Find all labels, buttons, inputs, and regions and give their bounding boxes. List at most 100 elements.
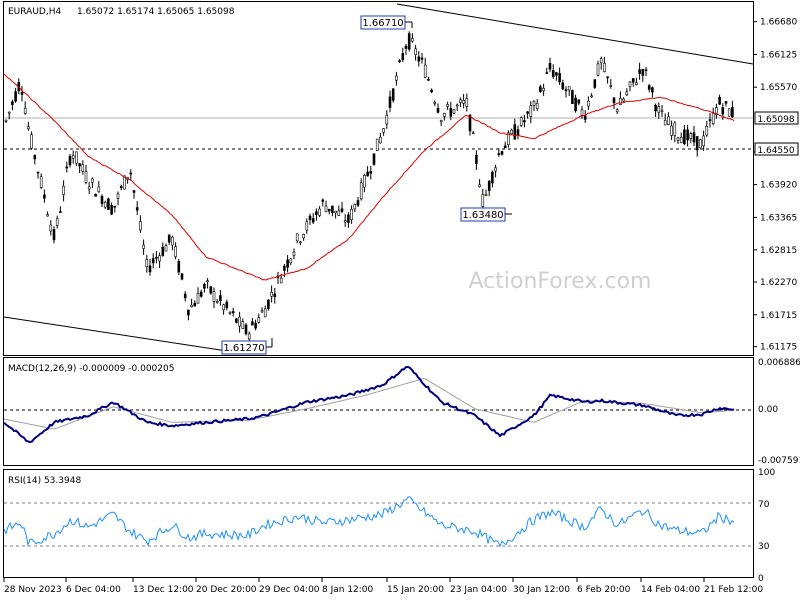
candle [116, 191, 120, 206]
candle [267, 299, 270, 311]
candle [177, 258, 181, 276]
candle [423, 58, 427, 79]
candle [94, 193, 97, 197]
candle [603, 56, 606, 73]
candle [231, 307, 235, 317]
current-price-tag-label: 1.65098 [757, 115, 794, 125]
price-y-axis: 1.666801.661251.655701.644751.639201.633… [753, 18, 797, 353]
candle [449, 101, 453, 121]
candle [363, 173, 366, 193]
candle [567, 86, 571, 96]
candle [206, 278, 209, 289]
candle [171, 235, 174, 251]
candle [532, 100, 536, 111]
annotation-low-label: 1.61270 [223, 343, 264, 354]
candle [727, 108, 731, 117]
price-tick-label: 1.62815 [760, 246, 797, 256]
candle [68, 153, 72, 168]
candle [276, 271, 280, 285]
candle [107, 197, 110, 210]
candle [385, 110, 389, 129]
candle [561, 79, 565, 91]
time-tick-label: 6 Feb 20:00 [577, 585, 631, 595]
candle [260, 307, 264, 313]
candle [315, 208, 318, 221]
candle [644, 67, 648, 77]
candle [692, 125, 696, 147]
candle [139, 215, 142, 233]
candle [583, 110, 587, 123]
macd-tick-label: 0.00 [758, 405, 778, 415]
candle [142, 239, 145, 255]
candle [455, 103, 459, 111]
chart-canvas: ActionForex.com EURAUD,H4 1.65072 1.6517… [3, 1, 800, 595]
candle [359, 178, 363, 201]
candle [39, 173, 43, 190]
macd-line [3, 365, 735, 444]
candle [81, 160, 85, 175]
candle [395, 71, 398, 86]
price-tick-label: 1.61715 [760, 311, 797, 321]
candle [615, 108, 619, 115]
time-tick-label: 14 Feb 04:00 [641, 585, 700, 595]
candle [590, 93, 593, 98]
candle [327, 208, 331, 215]
candle [683, 125, 686, 146]
candle [148, 258, 152, 276]
candle [52, 226, 56, 244]
candle [158, 252, 161, 269]
candle [663, 113, 667, 126]
watermark: ActionForex.com [469, 269, 652, 294]
candle [577, 99, 581, 106]
candle [491, 170, 494, 188]
candle [347, 212, 350, 228]
candle [219, 289, 222, 306]
candle [145, 254, 149, 273]
candle [580, 106, 584, 119]
candle [241, 318, 245, 330]
candle [548, 57, 552, 73]
candle [571, 89, 574, 104]
candle [439, 119, 443, 127]
candle [84, 165, 88, 185]
candle [23, 101, 27, 115]
candle [420, 53, 424, 64]
candle [62, 180, 65, 202]
candle [78, 162, 81, 173]
candle [695, 136, 699, 157]
rsi-tick-label: 30 [758, 542, 770, 552]
chart-window: ActionForex.com EURAUD,H4 1.65072 1.6517… [0, 0, 800, 600]
candle [606, 76, 609, 84]
candle [340, 202, 344, 214]
candle [132, 189, 136, 199]
candle [46, 211, 49, 217]
candle [503, 141, 507, 149]
candle [167, 234, 171, 245]
candle [103, 200, 107, 210]
candlestick-series [4, 31, 734, 346]
rsi-panel-frame [3, 469, 754, 578]
candle [721, 103, 725, 120]
candle [318, 206, 321, 218]
candle [292, 248, 296, 260]
macd-title: MACD(12,26,9) -0.000009 -0.000205 [8, 364, 174, 374]
candle [497, 148, 501, 157]
candle [516, 125, 520, 140]
candle [398, 58, 401, 64]
time-tick-label: 21 Feb 12:00 [704, 585, 763, 595]
candle [321, 198, 325, 207]
candle [641, 68, 645, 82]
annotation-mid-low-label: 1.63480 [462, 210, 503, 221]
candle [110, 202, 113, 215]
time-tick-label: 13 Dec 12:00 [133, 585, 194, 595]
price-panel-frame [3, 1, 754, 356]
macd-tick-label: 0.006886 [758, 358, 800, 368]
time-tick-label: 23 Jan 04:00 [450, 585, 507, 595]
candle [391, 87, 395, 103]
rsi-tick-label: 100 [758, 468, 775, 478]
candle [311, 213, 315, 224]
candle [305, 218, 309, 234]
candle [436, 103, 440, 114]
candle [523, 114, 526, 128]
candle [484, 189, 488, 197]
